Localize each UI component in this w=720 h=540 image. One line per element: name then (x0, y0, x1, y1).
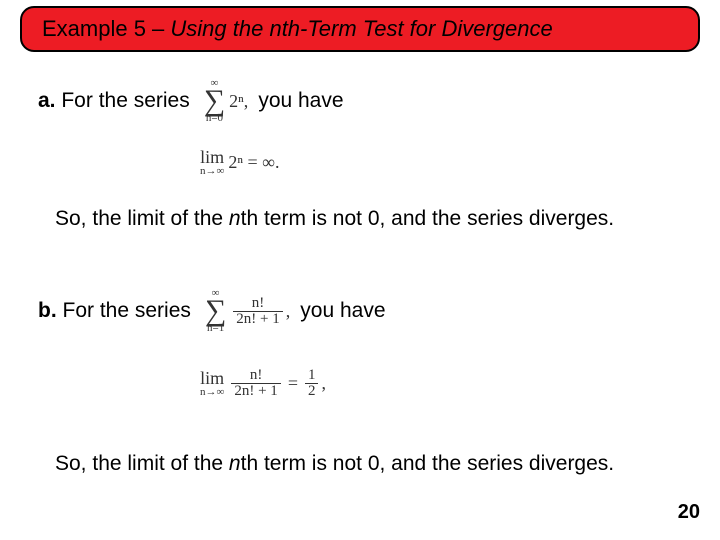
page-number: 20 (678, 501, 700, 524)
part-b-bold: b. (38, 299, 57, 322)
lim-a-label: lim (200, 148, 224, 166)
conc-b-nth: n (229, 452, 241, 475)
lim-b-res-num: 1 (305, 368, 319, 383)
title-bar: Example 5 – Using the nth-Term Test for … (20, 6, 700, 52)
lim-b: lim n→∞ (200, 369, 224, 398)
summand-b-suffix: , (286, 301, 291, 322)
part-a-bold: a. (38, 89, 56, 112)
summand-b-frac: n! 2n! + 1 (233, 296, 282, 327)
part-a-lead: For the series (61, 89, 189, 112)
part-a-tail: you have (258, 89, 343, 113)
sum-expr-b: ∞ ∑ n=1 n! 2n! + 1 , (201, 288, 290, 334)
lim-b-label: lim (200, 369, 224, 387)
part-b-lead: For the series (63, 299, 191, 322)
lim-a: lim n→∞ (200, 148, 224, 177)
limit-eqn-a: lim n→∞ 2ⁿ = ∞. (200, 148, 280, 177)
lim-a-sub: n→∞ (200, 166, 224, 177)
lim-a-expr: 2ⁿ = ∞. (228, 152, 279, 173)
part-b-tail: you have (300, 299, 385, 323)
conc-a-nth: n (229, 207, 241, 230)
conc-a-pre: So, the limit of the (55, 207, 229, 230)
lim-b-num: n! (247, 368, 266, 383)
title-italic: Using the nth-Term Test for Divergence (170, 16, 552, 41)
sigma-icon: ∞ ∑ n=1 (205, 288, 226, 334)
lim-b-result: 1 2 (305, 368, 319, 399)
lim-b-frac: n! 2n! + 1 (231, 368, 280, 399)
conclusion-b: So, the limit of the nth term is not 0, … (55, 450, 640, 478)
summand-b-den: 2n! + 1 (233, 312, 282, 327)
conc-b-pre: So, the limit of the (55, 452, 229, 475)
lim-b-res-den: 2 (305, 384, 319, 399)
part-a-line: a. For the series ∞ ∑ n=0 2ⁿ, you have (38, 78, 344, 124)
lim-b-suffix: , (321, 373, 326, 394)
conc-b-post: th term is not 0, and the series diverge… (241, 452, 615, 475)
limit-eqn-b: lim n→∞ n! 2n! + 1 = 1 2 , (200, 368, 326, 399)
lim-b-sub: n→∞ (200, 387, 224, 398)
sum-expr-a: ∞ ∑ n=0 2ⁿ, (200, 78, 249, 124)
title-prefix: Example 5 – (42, 16, 170, 41)
slide-title: Example 5 – Using the nth-Term Test for … (42, 16, 553, 42)
lim-b-den: 2n! + 1 (231, 384, 280, 399)
summand-b-num: n! (249, 296, 268, 311)
part-a-label: a. For the series (38, 89, 190, 113)
sum-b-bot: n=1 (207, 323, 224, 334)
sum-a-bot: n=0 (206, 113, 223, 124)
conc-a-post: th term is not 0, and the series diverge… (241, 207, 615, 230)
part-b-label: b. For the series (38, 299, 191, 323)
summand-a: 2ⁿ, (229, 91, 248, 112)
sigma-icon: ∞ ∑ n=0 (204, 78, 225, 124)
conclusion-a: So, the limit of the nth term is not 0, … (55, 205, 660, 233)
part-b-line: b. For the series ∞ ∑ n=1 n! 2n! + 1 , y… (38, 288, 386, 334)
